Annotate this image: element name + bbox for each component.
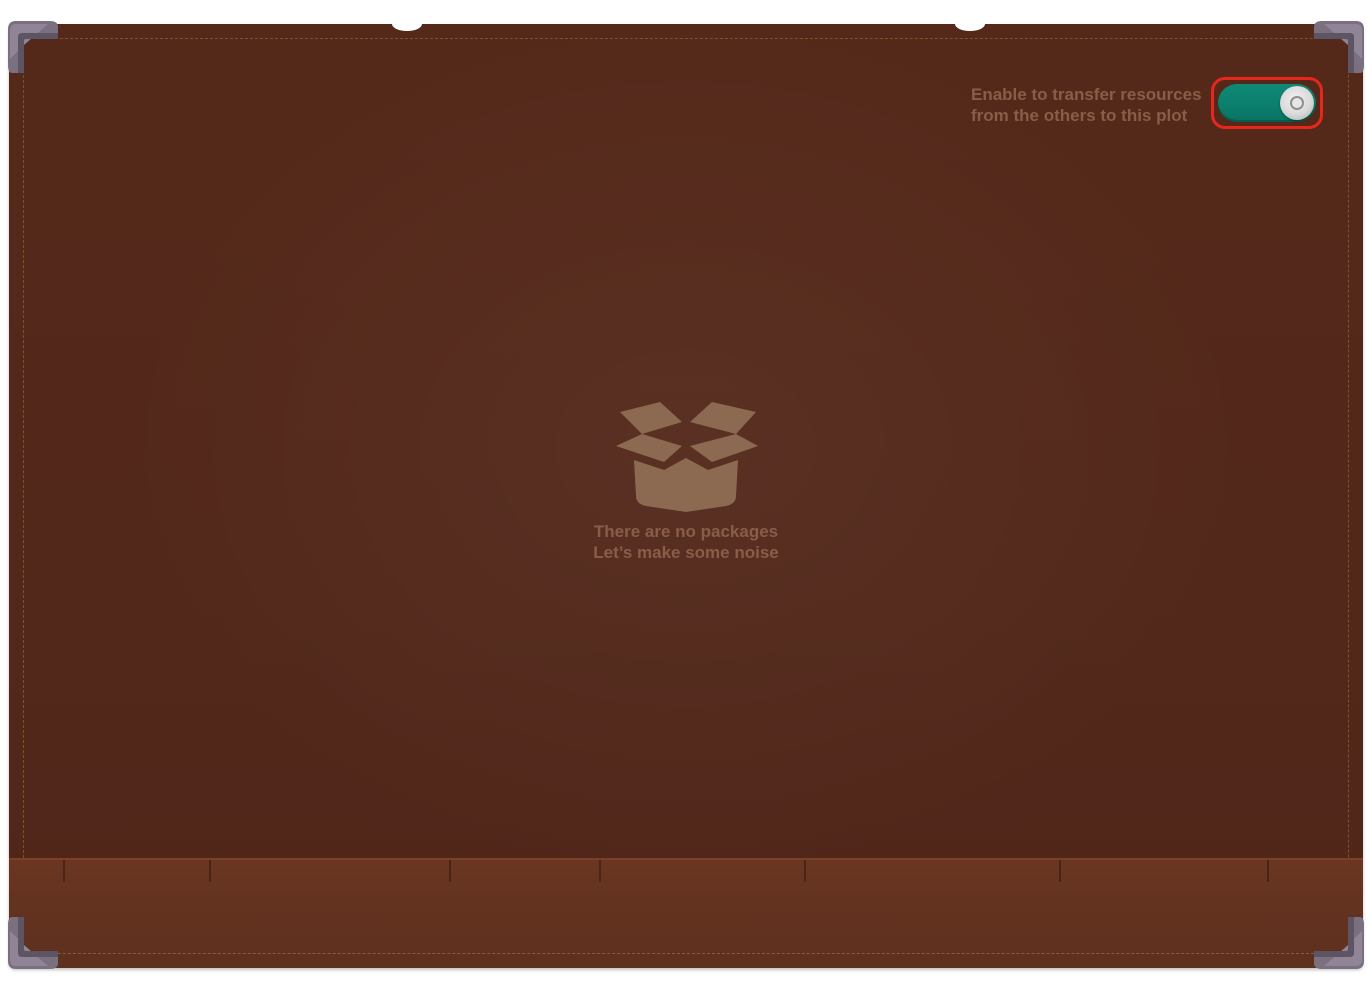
- corner-guard-icon: [4, 19, 62, 77]
- shelf-seam: [599, 860, 601, 882]
- toggle-knob[interactable]: [1280, 86, 1314, 120]
- shelf-seam: [209, 860, 211, 882]
- shelf-seam: [1059, 860, 1061, 882]
- transfer-toggle-label-line1: Enable to transfer resources: [971, 85, 1202, 104]
- bottom-shelf: [9, 858, 1363, 968]
- transfer-toggle-label: Enable to transfer resources from the ot…: [971, 84, 1211, 126]
- corner-guard-icon: [4, 913, 62, 971]
- shelf-seam: [1267, 860, 1269, 882]
- empty-state-line2: Let’s make some noise: [593, 543, 779, 562]
- panel-notch: [392, 17, 422, 31]
- shelf-seam: [804, 860, 806, 882]
- shelf-seam: [63, 860, 65, 882]
- panel-notch: [955, 17, 985, 31]
- shelf-seam: [449, 860, 451, 882]
- transfer-toggle-label-line2: from the others to this plot: [971, 106, 1188, 125]
- corner-guard-icon: [1310, 19, 1368, 77]
- shelf-stitching: [23, 953, 1349, 954]
- packages-screen: Enable to transfer resources from the ot…: [0, 0, 1372, 992]
- corner-guard-icon: [1310, 913, 1368, 971]
- empty-state-line1: There are no packages: [593, 522, 779, 541]
- open-box-icon: [612, 400, 760, 514]
- empty-state-message: There are no packages Let’s make some no…: [536, 521, 836, 563]
